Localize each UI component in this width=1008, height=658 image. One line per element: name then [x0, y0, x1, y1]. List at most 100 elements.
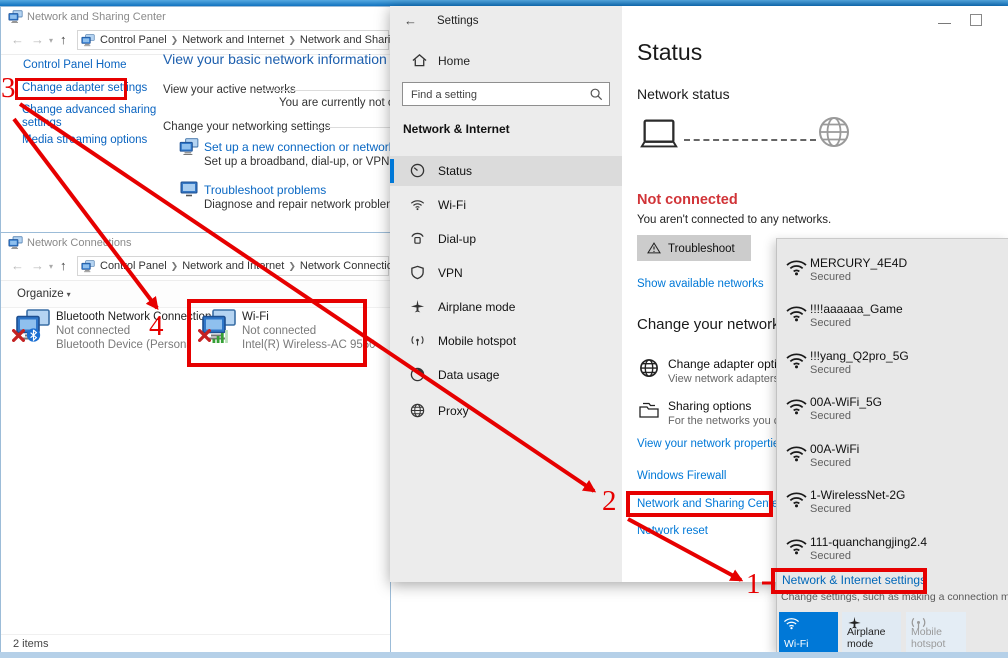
crumb-control-panel[interactable]: Control Panel: [100, 34, 167, 46]
disconnected-x-icon: [12, 329, 25, 342]
globe-icon: [639, 358, 659, 378]
sidebar-item-vpn[interactable]: VPN: [390, 258, 622, 288]
network-connections-icon: [8, 236, 23, 250]
sharing-folders-icon: [639, 400, 659, 420]
wifi-network-row[interactable]: 1-WirelessNet-2G Secured: [777, 487, 1008, 531]
tile-label: Wi-Fi: [784, 638, 809, 650]
sidebar-item-mobile-hotspot[interactable]: Mobile hotspot: [390, 326, 622, 356]
mobile-hotspot-tile[interactable]: Mobile hotspot: [906, 612, 966, 653]
setup-connection-link[interactable]: Set up a new connection or network: [204, 140, 395, 154]
control-panel-home-link[interactable]: Control Panel Home: [23, 59, 127, 71]
network-status-label: Network status: [637, 86, 730, 102]
wifi-tile[interactable]: Wi-Fi: [779, 612, 838, 653]
sidebar-item-label: Dial-up: [438, 232, 476, 246]
adapter-device: Intel(R) Wireless-AC 9560 160MHz: [242, 339, 376, 351]
forward-icon[interactable]: →: [31, 258, 44, 273]
breadcrumb[interactable]: Control Panel❯Network and Internet❯Netwo…: [100, 34, 439, 46]
troubleshoot-problems-link[interactable]: Troubleshoot problems: [204, 183, 326, 197]
nsc-address-bar[interactable]: Control Panel❯Network and Internet❯Netwo…: [77, 30, 389, 50]
windows-firewall-link[interactable]: Windows Firewall: [637, 470, 726, 482]
sidebar-item-label: Proxy: [438, 404, 469, 418]
status-not-connected: Not connected: [637, 192, 738, 208]
wifi-icon: [785, 397, 808, 415]
network-status: Secured: [810, 503, 851, 515]
network-and-sharing-center-link[interactable]: Network and Sharing Center: [637, 498, 782, 510]
sidebar-item-status[interactable]: Status: [390, 156, 622, 186]
show-available-networks-link[interactable]: Show available networks: [637, 278, 764, 290]
sidebar-item-airplane-mode[interactable]: Airplane mode: [390, 292, 622, 322]
sidebar-item-label: Data usage: [438, 368, 499, 382]
forward-icon[interactable]: →: [31, 32, 44, 47]
item-count: 2 items: [13, 638, 48, 650]
history-chevron-icon[interactable]: ▾: [49, 262, 53, 271]
status-description: You aren't connected to any networks.: [637, 214, 831, 226]
maximize-button[interactable]: [970, 14, 982, 26]
warning-icon: [647, 242, 661, 254]
network-name: !!!yang_Q2pro_5G: [810, 349, 909, 363]
nsc-window-title: Network and Sharing Center: [27, 11, 166, 23]
wifi-icon: [785, 351, 808, 369]
view-network-properties-link[interactable]: View your network properties: [637, 438, 785, 450]
history-chevron-icon[interactable]: ▾: [49, 36, 53, 45]
network-status: Secured: [810, 364, 851, 376]
signal-bars-icon: [212, 328, 229, 343]
wifi-network-row[interactable]: 00A-WiFi_5G Secured: [777, 394, 1008, 438]
network-internet-settings-link[interactable]: Network & Internet settings: [782, 573, 926, 587]
network-name: 111-quanchangjing2.4: [810, 535, 927, 549]
network-status: Secured: [810, 410, 851, 422]
nc-window-title: Network Connections: [27, 237, 132, 249]
wifi-network-row[interactable]: 00A-WiFi Secured: [777, 441, 1008, 485]
wifi-network-row[interactable]: 111-quanchangjing2.4 Secured: [777, 534, 1008, 578]
media-streaming-options-link[interactable]: Media streaming options: [22, 134, 147, 146]
network-reset-link[interactable]: Network reset: [637, 525, 708, 537]
troubleshoot-button[interactable]: Troubleshoot: [637, 235, 751, 261]
wifi-network-row[interactable]: !!!yang_Q2pro_5G Secured: [777, 348, 1008, 392]
sidebar-item-wifi[interactable]: Wi-Fi: [390, 190, 622, 220]
wifi-network-row[interactable]: MERCURY_4E4D Secured: [777, 255, 1008, 299]
adapter-name: Bluetooth Network Connection: [56, 311, 211, 323]
sidebar-item-dialup[interactable]: Dial-up: [390, 224, 622, 254]
tile-label: Mobile hotspot: [911, 626, 963, 650]
adapter-name: Wi-Fi: [242, 311, 269, 323]
change-adapter-settings-link[interactable]: Change adapter settings: [22, 82, 147, 94]
crumb-network-internet[interactable]: Network and Internet: [182, 260, 284, 272]
up-icon[interactable]: ↑: [60, 32, 67, 47]
network-status: Secured: [810, 457, 851, 469]
change-advanced-sharing-link[interactable]: Change advanced sharing: [22, 104, 156, 116]
nc-titlebar: Network Connections: [1, 233, 390, 253]
search-input[interactable]: [409, 85, 583, 105]
crumb-network-connections[interactable]: Network Connections: [300, 260, 391, 272]
back-icon[interactable]: ←: [404, 13, 417, 28]
change-advanced-sharing-link-line2[interactable]: settings: [22, 117, 62, 129]
organize-menu[interactable]: Organize▾: [17, 288, 71, 300]
back-icon[interactable]: ←: [11, 32, 24, 47]
nc-address-bar[interactable]: Control Panel❯Network and Internet❯Netwo…: [77, 256, 389, 276]
home-label: Home: [438, 54, 470, 68]
network-status: Secured: [810, 550, 851, 562]
sidebar-item-data-usage[interactable]: Data usage: [390, 360, 622, 390]
settings-window-title: Settings: [437, 15, 479, 27]
disconnected-x-icon: [198, 329, 211, 342]
airplane-mode-tile[interactable]: Airplane mode: [842, 612, 901, 653]
breadcrumb[interactable]: Control Panel❯Network and Internet❯Netwo…: [100, 260, 391, 272]
adapter-wifi[interactable]: Wi-Fi Not connected Intel(R) Wireless-AC…: [201, 309, 377, 359]
wifi-icon: [785, 258, 808, 276]
minimize-button[interactable]: —: [938, 15, 951, 30]
shield-icon: [410, 265, 425, 280]
sidebar-item-proxy[interactable]: Proxy: [390, 396, 622, 426]
connection-dashed-line: [684, 139, 816, 141]
search-icon[interactable]: [589, 87, 603, 101]
wifi-network-row[interactable]: !!!!aaaaaa_Game Secured: [777, 301, 1008, 345]
screen-bottom-edge: [0, 652, 1008, 658]
nc-statusbar: 2 items: [1, 634, 390, 653]
up-icon[interactable]: ↑: [60, 258, 67, 273]
phone-icon: [410, 231, 425, 246]
flyout-caption: Change settings, such as making a connec…: [781, 591, 1008, 603]
crumb-control-panel[interactable]: Control Panel: [100, 260, 167, 272]
crumb-network-internet[interactable]: Network and Internet: [182, 34, 284, 46]
back-icon[interactable]: ←: [11, 258, 24, 273]
adapter-bluetooth[interactable]: Bluetooth Network Connection Not connect…: [15, 309, 191, 359]
search-box[interactable]: [402, 82, 610, 106]
sidebar-item-label: Status: [438, 164, 472, 178]
section-header: Network & Internet: [403, 122, 510, 136]
